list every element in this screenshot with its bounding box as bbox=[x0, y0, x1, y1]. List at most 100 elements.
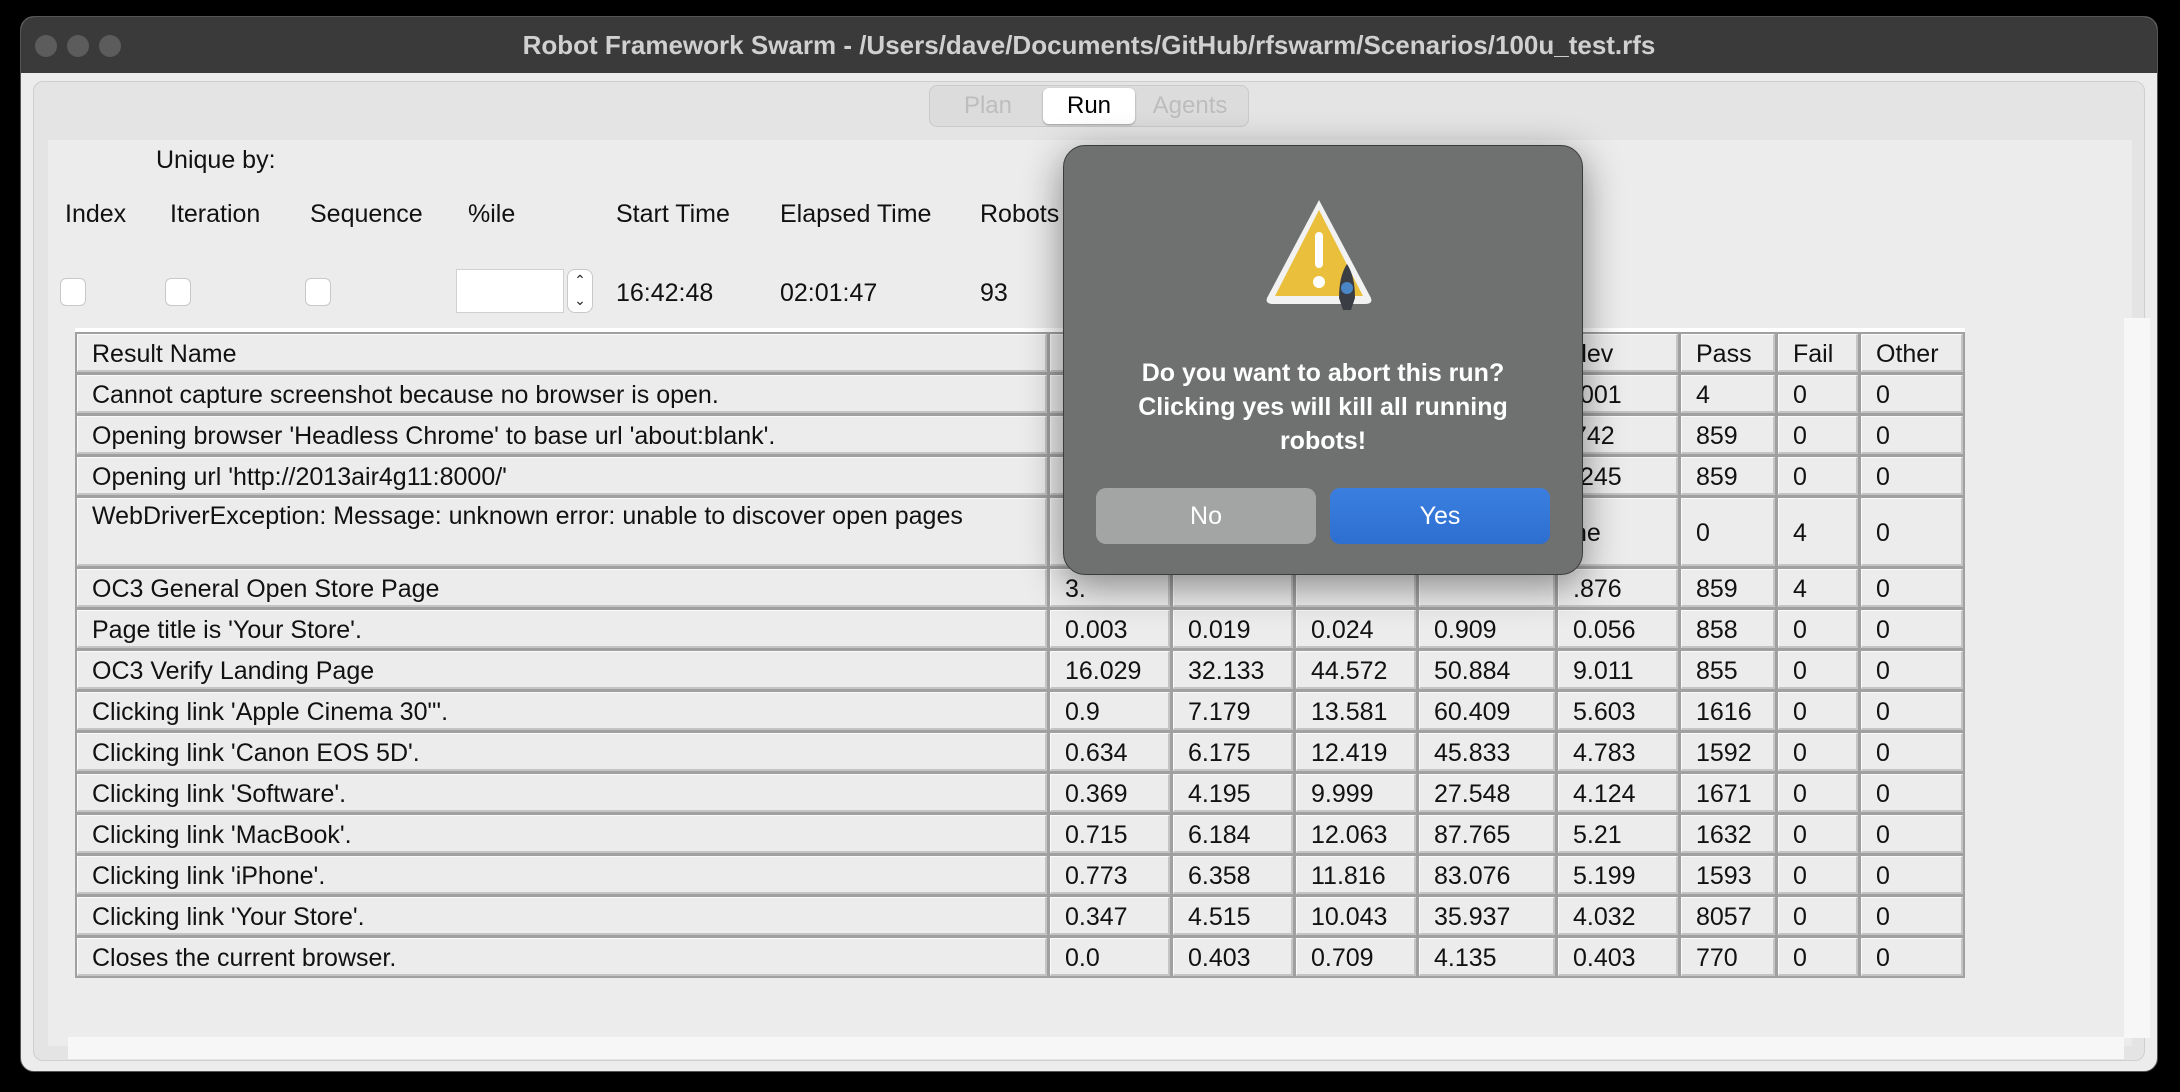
table-row: OC3 Verify Landing Page 16.029 32.133 44.57… bbox=[77, 651, 1963, 689]
table-cell: 13.581 bbox=[1296, 692, 1416, 730]
table-cell: 0.369 bbox=[1050, 774, 1170, 812]
table-cell: 0.347 bbox=[1050, 897, 1170, 935]
yes-button[interactable]: Yes bbox=[1330, 488, 1550, 544]
tab-plan[interactable]: Plan bbox=[933, 88, 1043, 124]
column-header[interactable]: Other bbox=[1861, 334, 1963, 372]
column-header[interactable]: Pass bbox=[1681, 334, 1775, 372]
table-cell: 0.715 bbox=[1050, 815, 1170, 853]
table-cell: 0 bbox=[1861, 498, 1963, 566]
table-cell: Clicking link 'Canon EOS 5D'. bbox=[77, 733, 1047, 771]
table-cell: 0.003 bbox=[1050, 610, 1170, 648]
table-cell: 87.765 bbox=[1419, 815, 1555, 853]
unique-by-label: Unique by: bbox=[156, 146, 276, 174]
tab-run[interactable]: Run bbox=[1043, 88, 1135, 124]
table-cell: 4 bbox=[1681, 375, 1775, 413]
percentile-stepper[interactable]: ⌃ ⌄ bbox=[567, 269, 593, 313]
table-cell: Opening url 'http://2013air4g11:8000/' bbox=[77, 457, 1047, 495]
sequence-label: Sequence bbox=[310, 200, 423, 228]
table-cell: 6.358 bbox=[1173, 856, 1293, 894]
vertical-scrollbar[interactable] bbox=[2124, 318, 2150, 1038]
table-cell: 5.199 bbox=[1558, 856, 1678, 894]
table-cell: 83.076 bbox=[1419, 856, 1555, 894]
table-cell: 0.634 bbox=[1050, 733, 1170, 771]
table-cell: 0 bbox=[1778, 733, 1858, 771]
percentile-input[interactable] bbox=[456, 269, 564, 313]
table-cell: 4.135 bbox=[1419, 938, 1555, 976]
table-cell: Clicking link 'Your Store'. bbox=[77, 897, 1047, 935]
table-cell: 12.419 bbox=[1296, 733, 1416, 771]
table-cell: 45.833 bbox=[1419, 733, 1555, 771]
table-row: Clicking link 'Canon EOS 5D'. 0.634 6.175 1… bbox=[77, 733, 1963, 771]
no-button[interactable]: No bbox=[1096, 488, 1316, 544]
table-row: Cannot capture screenshot because no bro… bbox=[77, 375, 1963, 413]
table-cell: 859 bbox=[1681, 416, 1775, 454]
table-cell: 0 bbox=[1778, 457, 1858, 495]
table-cell: Clicking link 'Apple Cinema 30"'. bbox=[77, 692, 1047, 730]
table-cell: 770 bbox=[1681, 938, 1775, 976]
table-cell: 0.024 bbox=[1296, 610, 1416, 648]
start-time-label: Start Time bbox=[616, 200, 730, 228]
table-cell: Clicking link 'MacBook'. bbox=[77, 815, 1047, 853]
table-cell: 11.816 bbox=[1296, 856, 1416, 894]
column-header[interactable]: Fail bbox=[1778, 334, 1858, 372]
table-cell: 32.133 bbox=[1173, 651, 1293, 689]
window-title: Robot Framework Swarm - /Users/dave/Docu… bbox=[522, 30, 1656, 60]
table-cell: 0 bbox=[1861, 856, 1963, 894]
table-cell: 0 bbox=[1778, 897, 1858, 935]
results-table: Result NameMdevPassFailOtherCannot captu… bbox=[75, 328, 1965, 978]
table-cell: 0 bbox=[1861, 774, 1963, 812]
table-cell: Cannot capture screenshot because no bro… bbox=[77, 375, 1047, 413]
table-cell: 0 bbox=[1778, 692, 1858, 730]
table-cell: WebDriverException: Message: unknown err… bbox=[77, 498, 1047, 566]
table-cell: 4.032 bbox=[1558, 897, 1678, 935]
sequence-checkbox[interactable] bbox=[305, 278, 331, 306]
table-cell: 0.9 bbox=[1050, 692, 1170, 730]
table-cell: 855 bbox=[1681, 651, 1775, 689]
table-cell: 0 bbox=[1861, 692, 1963, 730]
tab-agents[interactable]: Agents bbox=[1135, 88, 1245, 124]
table-cell: 0 bbox=[1778, 815, 1858, 853]
table-cell: 0 bbox=[1778, 938, 1858, 976]
table-cell: 0 bbox=[1861, 651, 1963, 689]
table-cell: 0 bbox=[1778, 774, 1858, 812]
percentile-label: %ile bbox=[468, 200, 516, 228]
horizontal-scrollbar[interactable] bbox=[68, 1037, 2124, 1059]
table-cell: 1616 bbox=[1681, 692, 1775, 730]
iteration-checkbox[interactable] bbox=[165, 278, 191, 306]
zoom-window-button[interactable] bbox=[99, 35, 121, 57]
column-header[interactable]: Result Name bbox=[77, 334, 1047, 372]
table-cell: 0 bbox=[1861, 733, 1963, 771]
table-row: Opening url 'http://2013air4g11:8000/'0.… bbox=[77, 457, 1963, 495]
table-cell: 1593 bbox=[1681, 856, 1775, 894]
chevron-down-icon[interactable]: ⌄ bbox=[568, 290, 592, 310]
table-cell: 0 bbox=[1778, 416, 1858, 454]
index-checkbox[interactable] bbox=[60, 278, 86, 306]
table-cell: 4 bbox=[1778, 569, 1858, 607]
table-cell: 27.548 bbox=[1419, 774, 1555, 812]
table-cell: 1592 bbox=[1681, 733, 1775, 771]
table-cell: Opening browser 'Headless Chrome' to bas… bbox=[77, 416, 1047, 454]
robots-label: Robots bbox=[980, 200, 1060, 228]
table-cell: 0.019 bbox=[1173, 610, 1293, 648]
table-cell: 0 bbox=[1778, 856, 1858, 894]
table-cell: 0.056 bbox=[1558, 610, 1678, 648]
table-row: Clicking link 'Your Store'. 0.347 4.515 10.… bbox=[77, 897, 1963, 935]
table-cell: 4 bbox=[1778, 498, 1858, 566]
index-label: Index bbox=[65, 200, 127, 228]
table-cell: Clicking link 'iPhone'. bbox=[77, 856, 1047, 894]
table-cell: Clicking link 'Software'. bbox=[77, 774, 1047, 812]
start-time-value: 16:42:48 bbox=[616, 279, 714, 307]
table-cell: 6.175 bbox=[1173, 733, 1293, 771]
table-cell: OC3 Verify Landing Page bbox=[77, 651, 1047, 689]
table-cell: 35.937 bbox=[1419, 897, 1555, 935]
table-cell: 4.124 bbox=[1558, 774, 1678, 812]
table-cell: Page title is 'Your Store'. bbox=[77, 610, 1047, 648]
table-cell: 0 bbox=[1861, 938, 1963, 976]
table-cell: 10.043 bbox=[1296, 897, 1416, 935]
close-window-button[interactable] bbox=[35, 35, 57, 57]
minimize-window-button[interactable] bbox=[67, 35, 89, 57]
chevron-up-icon[interactable]: ⌃ bbox=[568, 270, 592, 290]
table-cell: 859 bbox=[1681, 457, 1775, 495]
table-cell: 0 bbox=[1861, 457, 1963, 495]
table-cell: 4.195 bbox=[1173, 774, 1293, 812]
